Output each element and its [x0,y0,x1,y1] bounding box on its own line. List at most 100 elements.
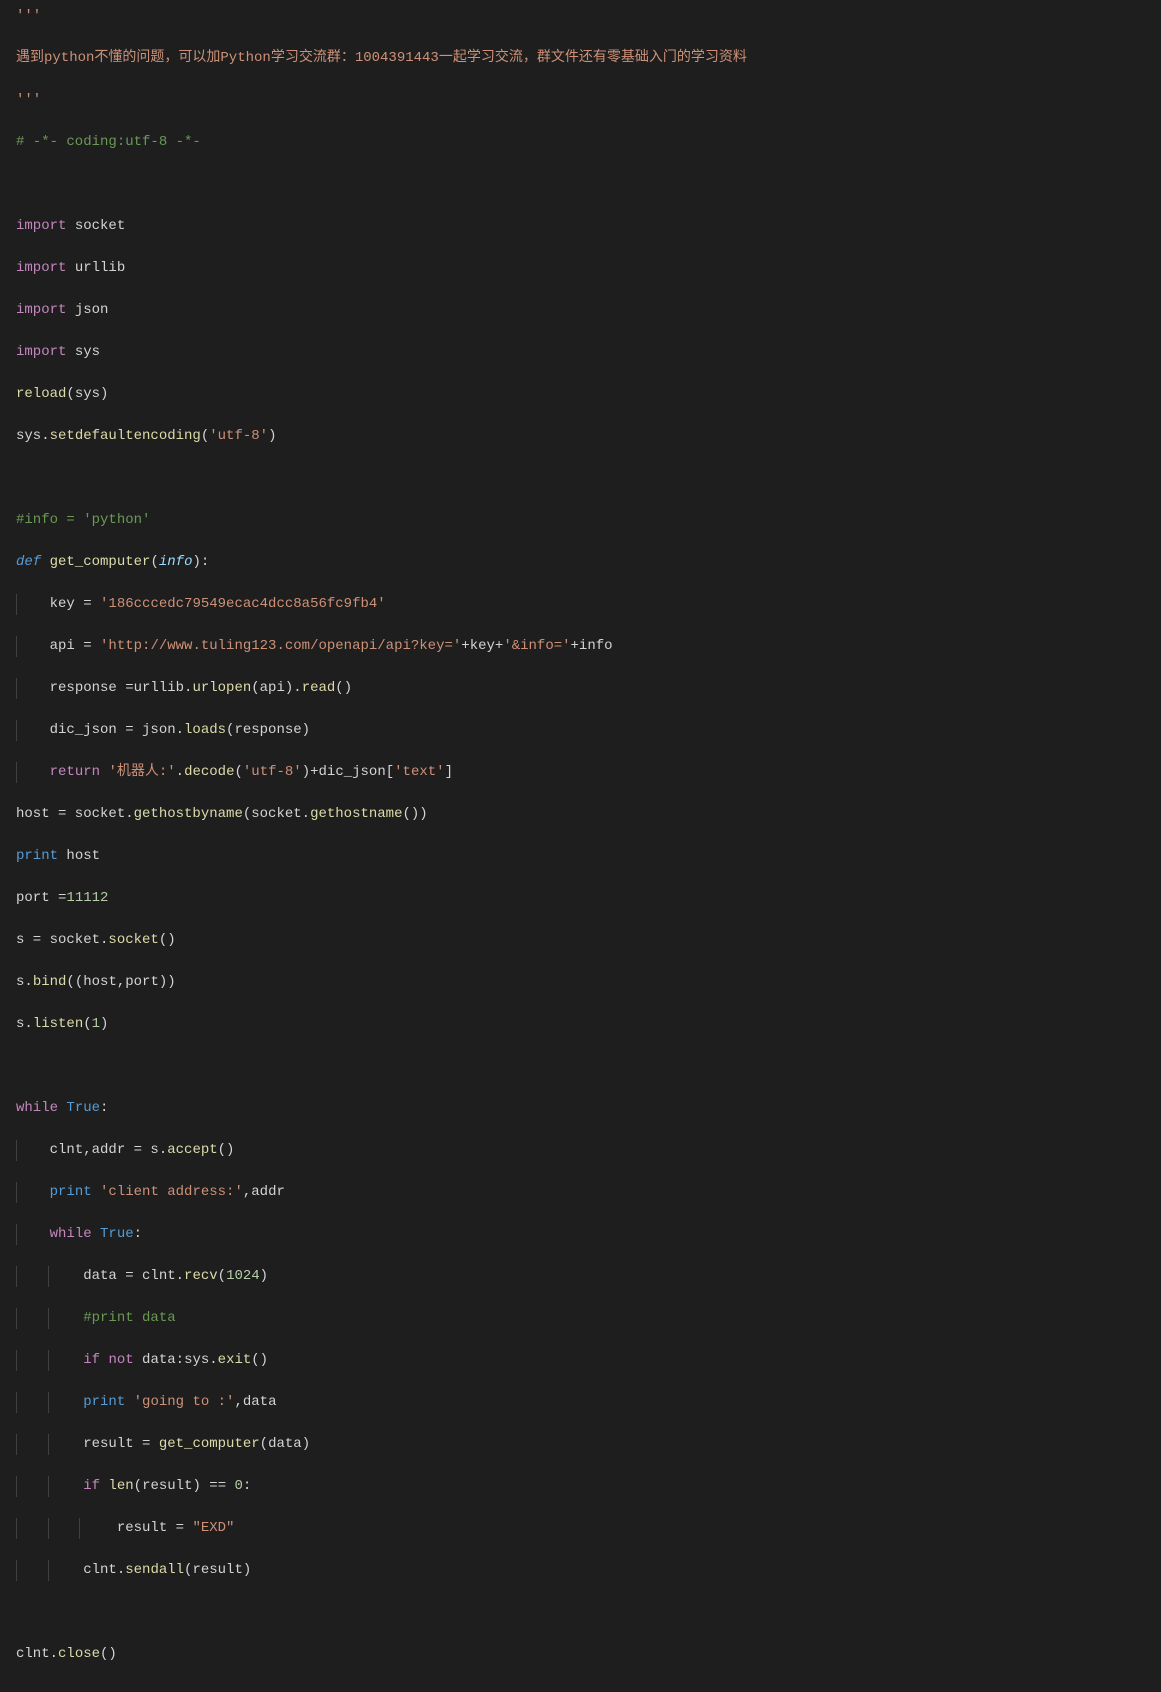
indent-guide [16,594,17,615]
code-line: while True: [16,1098,1145,1119]
code-token: get_computer [50,554,151,570]
code-token: decode [184,764,234,780]
code-token: : [243,1478,251,1494]
code-line [16,1602,1145,1623]
code-token: result [192,1562,242,1578]
code-token: host,port [83,974,159,990]
code-token: sys [66,344,100,360]
code-token [100,1352,108,1368]
code-token: get_computer [159,1436,260,1452]
code-token: () [251,1352,268,1368]
code-line: host = socket.gethostbyname(socket.getho… [16,804,1145,825]
code-line: # -*- coding:utf-8 -*- [16,132,1145,153]
code-token: ( [218,1268,226,1284]
code-token: dic_json[ [319,764,395,780]
code-line: if len(result) == 0: [16,1476,1145,1497]
code-token: 'going to :' [134,1394,235,1410]
code-token: ] [445,764,453,780]
code-token: "EXD" [192,1520,234,1536]
code-line [16,174,1145,195]
code-token: import [16,218,66,234]
code-token: host = socket. [16,806,134,822]
code-token: ''' [16,92,41,108]
code-token: )) [159,974,176,990]
code-token: ( [83,1016,91,1032]
code-line: import sys [16,342,1145,363]
code-token: ,addr [243,1184,285,1200]
code-token: import [16,260,66,276]
indent-guide [48,1308,49,1329]
code-token: key = [50,596,100,612]
code-token: sendall [125,1562,184,1578]
code-token: 1 [92,1016,100,1032]
code-token: ). [285,680,302,696]
code-token: print [83,1394,125,1410]
code-token: data [268,1436,302,1452]
code-token: : [100,1100,108,1116]
code-token: '机器人:' [108,764,175,780]
code-token [100,1478,108,1494]
code-token: reload [16,386,66,402]
indent-guide [16,1140,17,1161]
code-token: ) == [192,1478,234,1494]
code-line: port =11112 [16,888,1145,909]
code-token: 'utf-8' [209,428,268,444]
code-line: import json [16,300,1145,321]
code-line: while True: [16,1224,1145,1245]
code-token: json [66,302,108,318]
code-token: True [66,1100,100,1116]
code-token: +info [571,638,613,654]
code-token: gethostname [310,806,402,822]
code-token: loads [184,722,226,738]
code-token: setdefaultencoding [50,428,201,444]
code-token: ( [150,554,158,570]
code-line: #info = 'python' [16,510,1145,531]
code-token: '186cccedc79549ecac4dcc8a56fc9fb4' [100,596,386,612]
code-line: clnt.close() [16,1644,1145,1665]
code-line: print host [16,846,1145,867]
code-line: ''' [16,90,1145,111]
code-token: gethostbyname [134,806,243,822]
code-token: socket. [251,806,310,822]
code-line: data = clnt.recv(1024) [16,1266,1145,1287]
code-token: ( [134,1478,142,1494]
code-token: if [83,1352,100,1368]
indent-guide [16,762,17,783]
code-token: not [108,1352,133,1368]
indent-guide [16,1392,17,1413]
code-token: 0 [235,1478,243,1494]
code-token [125,1394,133,1410]
code-token: api [260,680,285,696]
indent-guide [16,1224,17,1245]
code-line: 遇到python不懂的问题，可以加Python学习交流群：1004391443一… [16,48,1145,69]
code-token: urlopen [192,680,251,696]
code-token: ( [184,1562,192,1578]
code-line: sys.setdefaultencoding('utf-8') [16,426,1145,447]
code-editor: ''' 遇到python不懂的问题，可以加Python学习交流群：1004391… [0,0,1161,1692]
code-token: '&info=' [503,638,570,654]
code-line: s.listen(1) [16,1014,1145,1035]
code-line: clnt,addr = s.accept() [16,1140,1145,1161]
code-token: return [50,764,100,780]
code-token: (( [66,974,83,990]
code-token: host [58,848,100,864]
code-token [92,1184,100,1200]
code-token: # -*- coding:utf-8 -*- [16,134,201,150]
code-token: print [50,1184,92,1200]
code-token: 'http://www.tuling123.com/openapi/api?ke… [100,638,461,654]
code-token: s. [16,1016,33,1032]
code-line: key = '186cccedc79549ecac4dcc8a56fc9fb4' [16,594,1145,615]
code-line: print 'going to :',data [16,1392,1145,1413]
code-token: ) [243,1562,251,1578]
code-token: )+ [302,764,319,780]
code-line: response =urllib.urlopen(api).read() [16,678,1145,699]
code-line: dic_json = json.loads(response) [16,720,1145,741]
indent-guide [48,1392,49,1413]
code-token: if [83,1478,100,1494]
code-token: True [100,1226,134,1242]
code-line [16,1056,1145,1077]
code-token: 'text' [394,764,444,780]
code-token: result = [83,1436,159,1452]
code-token [58,1100,66,1116]
code-token: len [108,1478,133,1494]
